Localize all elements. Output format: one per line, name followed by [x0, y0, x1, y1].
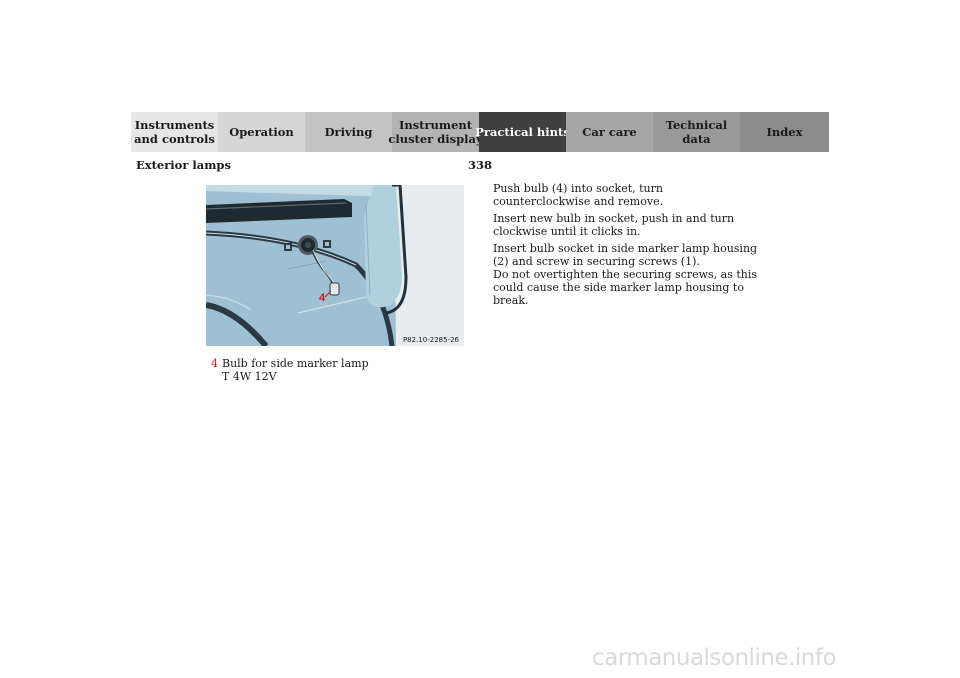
tab-car-care[interactable]: Car care	[566, 112, 653, 152]
watermark: carmanualsonline.info	[592, 645, 837, 671]
tab-label-line1: Operation	[229, 125, 294, 139]
instruction-paragraph: Insert bulb socket in side marker lamp h…	[493, 242, 758, 268]
figure-caption: 4 Bulb for side marker lamp T 4W 12V	[211, 357, 369, 383]
instruction-paragraph: Insert new bulb in socket, push in and t…	[493, 212, 735, 238]
tab-instruments-and-controls[interactable]: Instruments and controls	[131, 112, 218, 152]
tab-operation[interactable]: Operation	[218, 112, 305, 152]
tab-label-line1: Driving	[324, 125, 373, 139]
page-number: 338	[468, 158, 493, 172]
vehicle-fender-drawing: 4	[206, 185, 464, 346]
tab-label-line2: cluster display	[388, 132, 483, 146]
caption-line-1: Bulb for side marker lamp	[222, 357, 369, 370]
tab-label-line1: Index	[766, 125, 803, 139]
section-title: Exterior lamps	[136, 158, 231, 172]
tab-driving[interactable]: Driving	[305, 112, 392, 152]
figure-reference-code: P82.10-2285-26	[402, 336, 459, 344]
tab-label-line1: Instrument	[398, 118, 473, 132]
tab-technical-data[interactable]: Technical data	[653, 112, 740, 152]
tab-label-line2: data	[682, 132, 711, 146]
caption-number: 4	[211, 357, 218, 370]
tab-label-line1: Practical hints	[475, 125, 570, 139]
instruction-paragraph: Push bulb (4) into socket, turn counterc…	[493, 182, 664, 208]
tab-label-line2: and controls	[134, 132, 215, 146]
tab-label-line1: Technical	[665, 118, 728, 132]
tab-practical-hints[interactable]: Practical hints	[475, 112, 570, 152]
tab-instrument-cluster-display[interactable]: Instrument cluster display	[388, 112, 483, 152]
tab-label-line1: Instruments	[134, 118, 215, 132]
side-marker-lamp-illustration: 4 P82.10-2285-26	[206, 185, 464, 346]
instructions-text: Push bulb (4) into socket, turn counterc…	[493, 182, 763, 311]
section-tab-bar: Instruments and controls Operation Drivin…	[131, 112, 829, 152]
tab-index[interactable]: Index	[740, 112, 829, 152]
instruction-paragraph: Do not overtighten the securing screws, …	[493, 268, 758, 307]
tab-label-line1: Car care	[582, 125, 637, 139]
caption-line-2: T 4W 12V	[222, 370, 277, 383]
callout-label: 4	[319, 292, 326, 304]
